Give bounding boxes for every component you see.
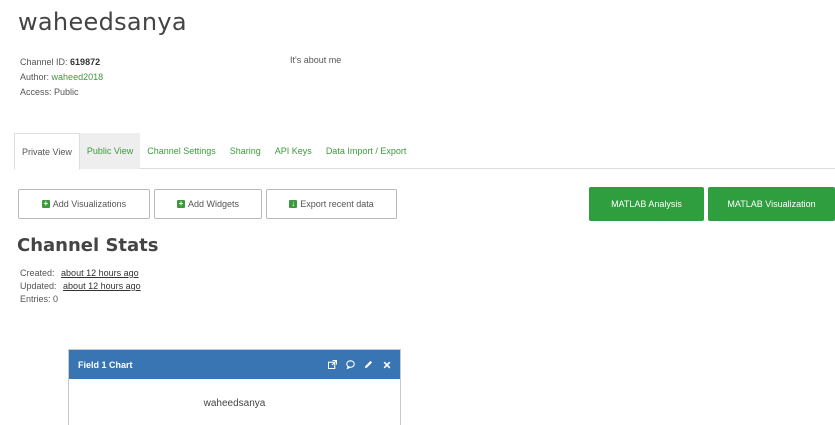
- chart-title: waheedsanya: [203, 398, 266, 409]
- matlab-visualization-button[interactable]: MATLAB Visualization: [708, 187, 835, 221]
- tab-data-import-export[interactable]: Data Import / Export: [319, 133, 414, 169]
- download-icon: ↓: [289, 199, 298, 208]
- export-recent-data-button[interactable]: ↓ Export recent data: [266, 189, 397, 219]
- tab-public-view[interactable]: Public View: [79, 133, 141, 169]
- created-label: Created:: [20, 268, 55, 278]
- updated-row: Updated: about 12 hours ago: [20, 280, 141, 293]
- access-label: Access:: [20, 87, 52, 97]
- channel-description: It's about me: [290, 55, 342, 65]
- created-value[interactable]: about 12 hours ago: [61, 268, 139, 278]
- access-value: Public: [54, 87, 79, 97]
- panel-title: Field 1 Chart: [78, 359, 133, 370]
- panel-header: Field 1 Chart: [69, 350, 400, 379]
- channel-id-value: 619872: [70, 57, 101, 67]
- field-chart-panel: Field 1 Chart waheedsanya: [68, 349, 401, 425]
- author-label: Author:: [20, 72, 50, 82]
- channel-stats-heading: Channel Stats: [17, 235, 159, 256]
- plus-icon: +: [176, 199, 185, 208]
- updated-label: Updated:: [20, 281, 57, 291]
- channel-stats: Created: about 12 hours ago Updated: abo…: [20, 267, 141, 306]
- channel-title: waheedsanya: [18, 8, 187, 36]
- entries-row: Entries: 0: [20, 293, 141, 306]
- add-widgets-label: Add Widgets: [187, 199, 240, 209]
- created-row: Created: about 12 hours ago: [20, 267, 141, 280]
- matlab-analysis-button[interactable]: MATLAB Analysis: [589, 187, 704, 221]
- tab-channel-settings[interactable]: Channel Settings: [140, 133, 223, 169]
- panel-icons: [328, 360, 391, 369]
- channel-id-label: Channel ID:: [20, 57, 68, 67]
- open-external-icon[interactable]: [328, 360, 337, 369]
- updated-value[interactable]: about 12 hours ago: [63, 281, 141, 291]
- channel-tabs: Private View Public View Channel Setting…: [14, 133, 835, 170]
- tab-api-keys[interactable]: API Keys: [268, 133, 319, 169]
- export-recent-data-label: Export recent data: [300, 199, 374, 209]
- add-visualizations-label: Add Visualizations: [52, 199, 127, 209]
- tab-private-view[interactable]: Private View: [14, 133, 80, 170]
- add-visualizations-button[interactable]: + Add Visualizations: [18, 189, 150, 219]
- author-row: Author: waheed2018: [20, 70, 103, 85]
- entries-label: Entries:: [20, 294, 51, 304]
- comment-icon[interactable]: [346, 360, 355, 369]
- plus-icon: +: [41, 199, 50, 208]
- entries-value: 0: [53, 294, 59, 304]
- channel-id-row: Channel ID: 619872: [20, 55, 103, 70]
- channel-meta: Channel ID: 619872 Author: waheed2018 Ac…: [20, 55, 103, 100]
- add-widgets-button[interactable]: + Add Widgets: [154, 189, 262, 219]
- tab-sharing[interactable]: Sharing: [223, 133, 268, 169]
- access-row: Access: Public: [20, 85, 103, 100]
- edit-pencil-icon[interactable]: [364, 360, 373, 369]
- author-link[interactable]: waheed2018: [52, 72, 104, 82]
- close-icon[interactable]: [382, 360, 391, 369]
